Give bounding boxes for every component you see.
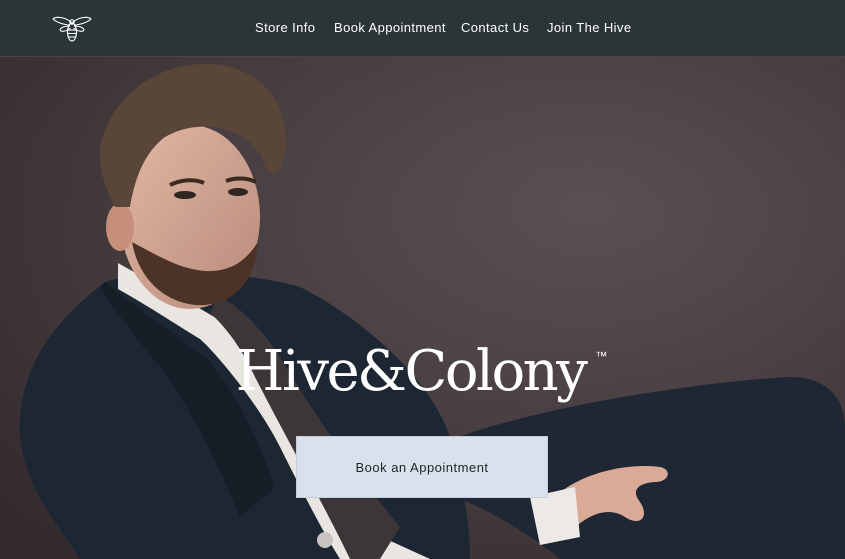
top-nav: Store Info Book Appointment Contact Us J… (0, 0, 845, 57)
brand-wordmark: Hive&Colony (235, 339, 588, 404)
trademark-symbol: ™ (595, 349, 608, 363)
nav-book-appointment[interactable]: Book Appointment (334, 19, 446, 36)
nav-join-the-hive[interactable]: Join The Hive (547, 19, 631, 36)
nav-links: Store Info Book Appointment Contact Us J… (0, 19, 845, 37)
nav-contact-us[interactable]: Contact Us (461, 19, 529, 36)
book-appointment-button[interactable]: Book an Appointment (296, 436, 548, 498)
brand-logo: Hive&Colony ™ (0, 340, 845, 404)
nav-store-info[interactable]: Store Info (255, 19, 315, 36)
